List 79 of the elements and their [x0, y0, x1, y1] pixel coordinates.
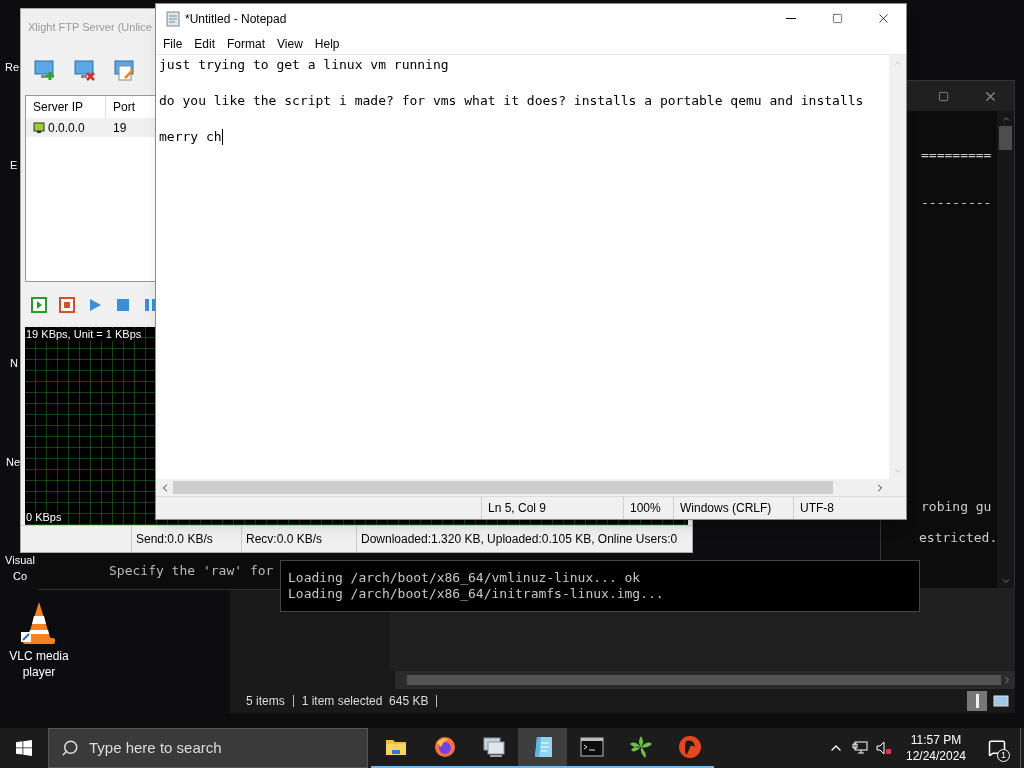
horizontal-scrollbar[interactable] [395, 671, 1015, 689]
notification-badge: 1 [997, 749, 1010, 762]
status-text: Send:0.0 KB/s [136, 531, 213, 548]
text-line: merry ch [159, 128, 222, 146]
scroll-thumb[interactable] [999, 126, 1012, 150]
minimize-icon [786, 18, 796, 19]
desktop-icon-label[interactable]: Re [5, 59, 20, 75]
vertical-scrollbar[interactable] [889, 55, 906, 479]
scroll-down-icon [892, 466, 903, 476]
maximize-icon [938, 90, 949, 102]
maximize-icon [831, 13, 843, 24]
clock[interactable]: 11:57 PM 12/24/2024 [898, 732, 974, 764]
network-icon[interactable] [852, 741, 868, 755]
column-header[interactable]: Server IP [33, 98, 83, 116]
status-text: 5 items [246, 693, 285, 710]
windows-logo-icon [16, 740, 32, 756]
status-text: Ln 5, Col 9 [488, 500, 547, 517]
status-text: 100% [630, 500, 661, 517]
desktop-icon-label[interactable]: E [10, 157, 18, 173]
status-text: Recv:0.0 KB/s [246, 531, 323, 548]
desktop-icon-label[interactable]: Ne [6, 454, 21, 470]
desktop-icon-label[interactable]: N [10, 355, 18, 371]
notepad-icon [165, 10, 181, 27]
status-text: UTF-8 [800, 500, 834, 517]
menu-item[interactable]: View [271, 33, 309, 54]
edit-server-icon[interactable] [113, 58, 137, 82]
parrot-icon [677, 735, 702, 759]
search-field[interactable]: Type here to search [48, 728, 368, 768]
menu-item[interactable]: Format [221, 33, 272, 54]
console-text: robing gu [921, 498, 992, 516]
column-header[interactable]: Port [113, 98, 135, 116]
menu-item[interactable]: File [157, 33, 189, 54]
delete-server-icon[interactable] [73, 58, 97, 82]
text-line: do you like the script i made? for vms what it does? installs a portable qemu and installs [159, 92, 864, 110]
server-icon [33, 121, 45, 134]
taskbar-app-button[interactable] [518, 728, 567, 768]
text-cursor [221, 129, 223, 145]
console-text: --------- [921, 194, 992, 212]
vertical-scrollbar[interactable] [997, 111, 1014, 589]
menu-item[interactable]: Help [308, 33, 346, 54]
desktop-icon-label[interactable]: VLC media player [4, 648, 74, 680]
text-line: just trying to get a linux vm running [159, 56, 449, 74]
details-view-button[interactable] [967, 691, 987, 711]
scroll-thumb[interactable] [407, 675, 1001, 685]
stop-icon[interactable] [115, 296, 131, 313]
horizontal-scrollbar[interactable] [156, 479, 906, 496]
play-icon[interactable] [87, 296, 103, 313]
muted-speaker-icon[interactable] [876, 741, 892, 755]
start-icon[interactable] [31, 296, 47, 313]
computer-icon [481, 736, 506, 758]
folder-icon [384, 738, 407, 756]
notification-icon [988, 739, 1006, 757]
firefox-icon [432, 735, 457, 759]
desktop-icon-label[interactable]: Visual Co [2, 552, 38, 584]
scroll-up-icon [892, 58, 903, 68]
window-title: *Untitled - Notepad [185, 10, 287, 28]
terminal-text: Specify the 'raw' for [109, 562, 274, 581]
status-text: 1 item selected 645 KB [301, 693, 429, 710]
window-title: Xlight FTP Server (Unlice [28, 19, 152, 35]
graph-label: 0 KBps [26, 511, 62, 524]
stop-icon[interactable] [59, 296, 75, 313]
status-text: Windows (CRLF) [680, 500, 772, 517]
console-text: estricted. [919, 529, 998, 547]
console-text: ========= [921, 146, 992, 164]
terminal-icon [579, 737, 604, 757]
search-icon [61, 739, 79, 757]
add-server-icon[interactable] [33, 58, 57, 82]
table-cell-text: 0.0.0.0 [48, 119, 85, 137]
boot-text: Loading /arch/boot/x86_64/initramfs-linux.img... [288, 586, 665, 602]
tiles-view-icon[interactable] [993, 695, 1009, 707]
text-area[interactable]: just trying to get a linux vm running do you like the script i made? for vms what it does? installs a portable qemu and installs merry ch [156, 55, 889, 479]
boot-text: Loading /arch/boot/x86_64/vmlinuz-linux... ok [288, 570, 642, 586]
scroll-thumb[interactable] [173, 481, 833, 494]
menu-item[interactable]: Edit [188, 33, 222, 54]
scroll-up-icon [1000, 114, 1011, 124]
graph-label: 19 KBps, Unit = 1 KBps [26, 328, 142, 341]
scroll-down-icon [1000, 576, 1011, 586]
table-cell-text: 19 [112, 119, 127, 137]
status-text: Downloaded:1.320 KB, Uploaded:0.105 KB, Online Users:0 [361, 531, 678, 548]
